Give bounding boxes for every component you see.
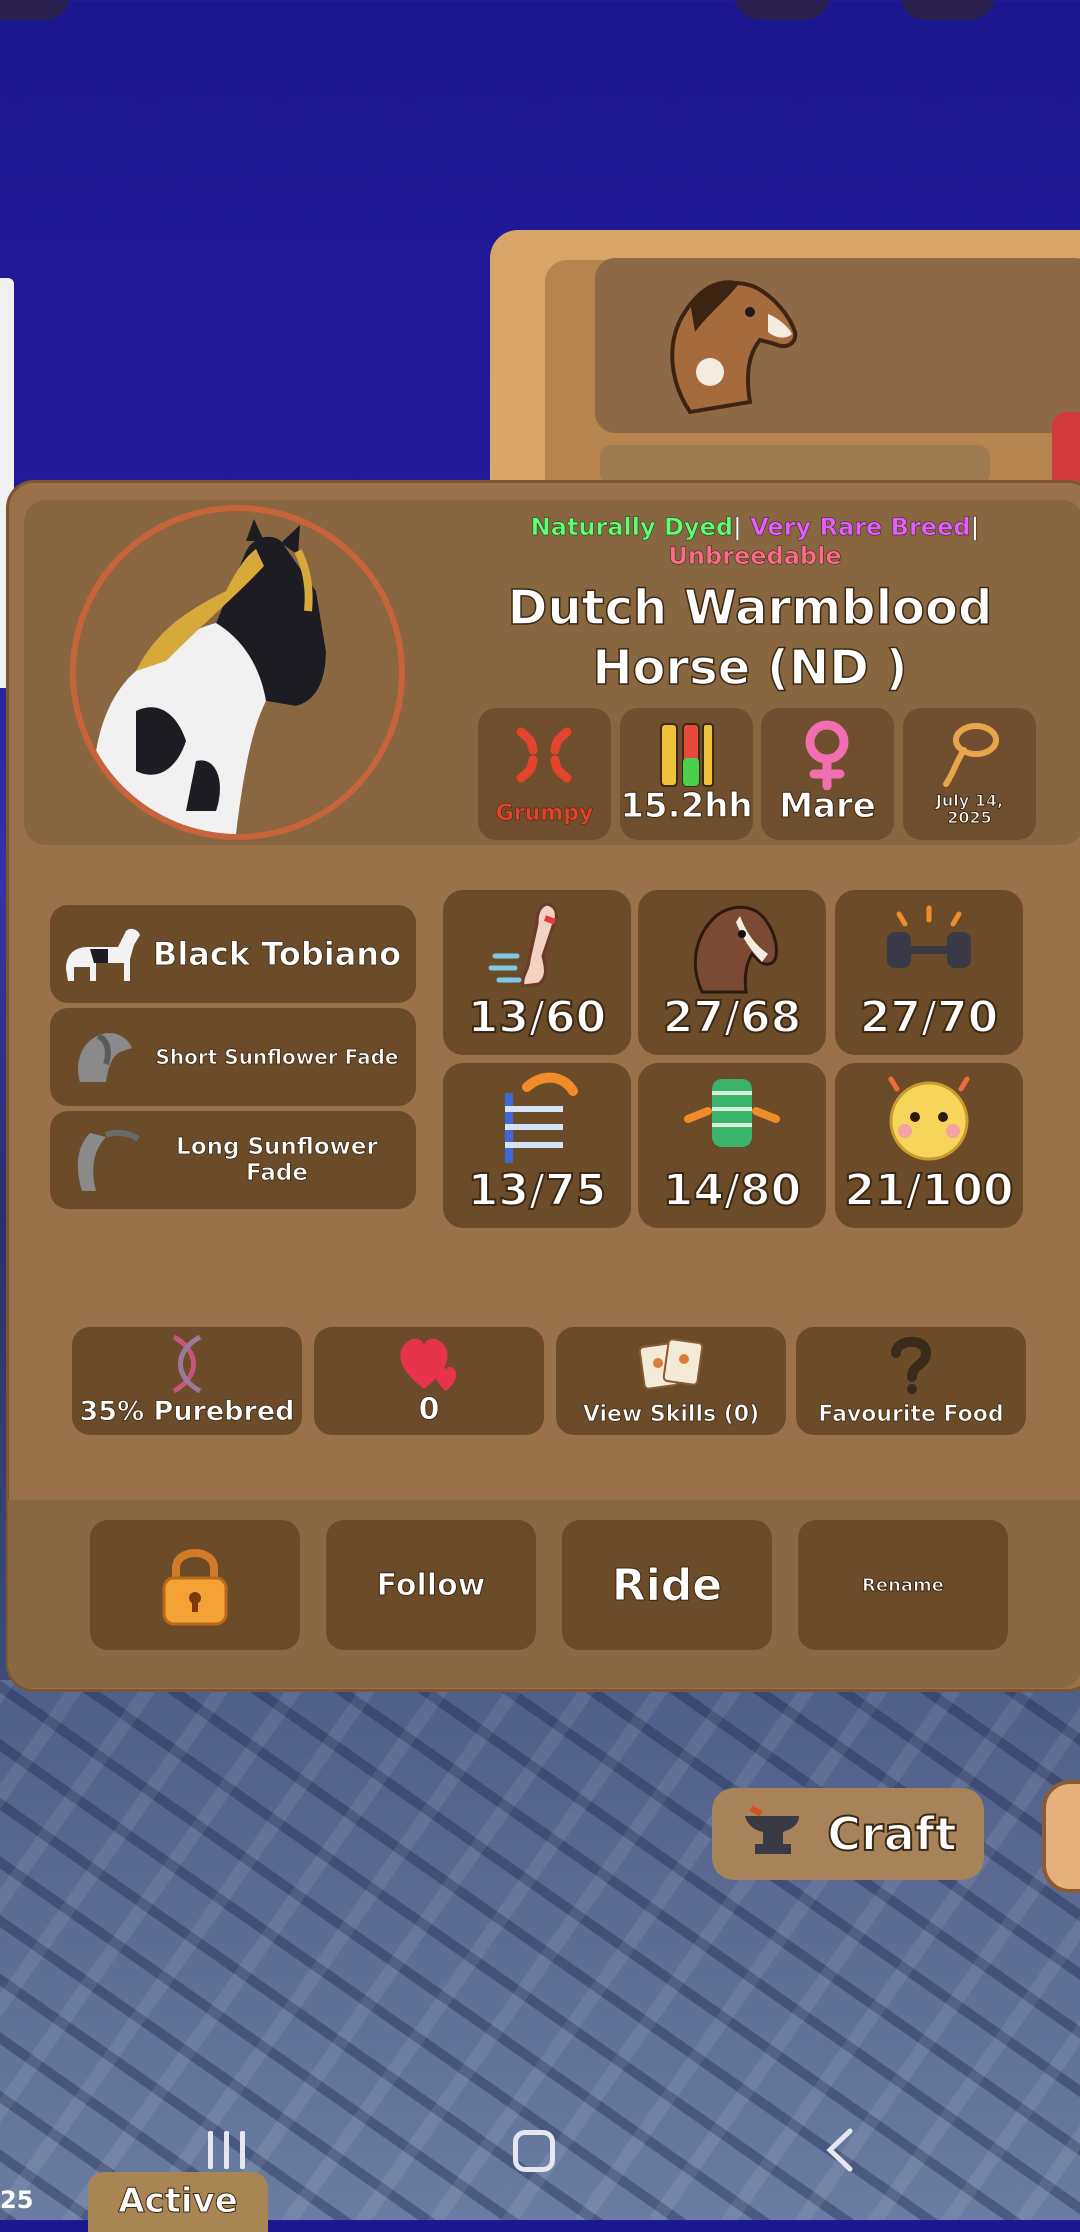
ride-button[interactable]: Ride (562, 1520, 772, 1650)
purebred-label: 35% Purebred (79, 1396, 295, 1428)
hearts-count: 0 (418, 1392, 440, 1428)
horse-silhouette-icon (66, 928, 140, 981)
endurance-drum-icon (684, 1079, 780, 1147)
heart-icon (400, 1338, 457, 1391)
skill-cards-icon (638, 1338, 704, 1390)
grumpy-anger-icon (516, 727, 572, 783)
naturally-dyed-tag: Naturally Dyed (530, 513, 734, 542)
horse-head-icon (670, 280, 798, 415)
home-icon[interactable] (513, 2130, 555, 2172)
purebred-button[interactable]: 35% Purebred (72, 1327, 302, 1435)
back-icon[interactable] (820, 2125, 860, 2175)
jump-value: 13/75 (467, 1164, 608, 1217)
mane-label: Short Sunflower Fade (155, 1045, 399, 1070)
tag-separator: | (970, 513, 980, 542)
mane-button[interactable]: Short Sunflower Fade (50, 1008, 416, 1106)
top-left-pill (0, 0, 70, 20)
coat-button[interactable]: Black Tobiano (50, 905, 416, 1003)
view-skills-label: View Skills (0) (582, 1402, 760, 1428)
height-stat[interactable]: 15.2hh (620, 708, 753, 840)
tail-label: Long Sunflower Fade (176, 1134, 378, 1187)
happiness-value: 21/100 (843, 1164, 1014, 1217)
active-status-chip[interactable]: Active (88, 2172, 268, 2232)
horse-portrait-image (92, 519, 327, 834)
mane-icon (78, 1032, 132, 1082)
lasso-icon (943, 723, 999, 787)
jump-skill[interactable]: 13/75 (443, 1063, 631, 1228)
speed-skill[interactable]: 13/60 (443, 890, 631, 1055)
tail-icon (77, 1129, 140, 1191)
coat-label: Black Tobiano (152, 935, 402, 974)
lock-icon (162, 1549, 228, 1626)
corner-number: 25 (0, 2186, 34, 2214)
happy-face-icon (888, 1076, 970, 1161)
horse-head-icon (693, 905, 778, 994)
horse-tags: Naturally Dyed| Very Rare Breed| Unbreed… (430, 513, 1080, 571)
top-right-pill-1 (735, 0, 830, 20)
gender-stat[interactable]: Mare (761, 708, 894, 840)
rename-button[interactable]: Rename (798, 1520, 1008, 1650)
lock-button[interactable] (90, 1520, 300, 1650)
speed-value: 13/60 (467, 991, 608, 1044)
rarity-tag: Very Rare Breed (750, 513, 971, 542)
question-mark-icon (891, 1336, 932, 1394)
endurance-skill[interactable]: 14/80 (638, 1063, 826, 1228)
tail-button[interactable]: Long Sunflower Fade (50, 1111, 416, 1209)
view-skills-button[interactable]: View Skills (0) (556, 1327, 786, 1435)
favourite-food-button[interactable]: Favourite Food (796, 1327, 1026, 1435)
craft-button[interactable]: Craft (712, 1788, 984, 1880)
jump-hurdle-icon (505, 1072, 578, 1163)
speed-leg-icon (488, 902, 558, 988)
follow-button[interactable]: Follow (326, 1520, 536, 1650)
anvil-icon (745, 1805, 800, 1854)
tamed-date-stat[interactable]: July 14, 2025 (903, 708, 1036, 840)
horse-name: Dutch Warmblood Horse (ND ) (507, 579, 993, 697)
tag-separator: | (733, 513, 742, 542)
tamed-date-label: July 14, 2025 (935, 791, 1004, 827)
strength-value: 27/70 (859, 991, 1000, 1044)
horse-portrait (70, 505, 405, 840)
top-right-pill-2 (900, 0, 995, 20)
favourite-food-label: Favourite Food (818, 1402, 1004, 1428)
temperament-skill[interactable]: 27/68 (638, 890, 826, 1055)
temperament-value: 27/68 (662, 991, 803, 1044)
height-ruler-icon (660, 723, 714, 787)
strength-skill[interactable]: 27/70 (835, 890, 1023, 1055)
happiness-skill[interactable]: 21/100 (835, 1063, 1023, 1228)
endurance-value: 14/80 (662, 1164, 803, 1217)
dna-icon (172, 1334, 202, 1394)
temperament-label: Grumpy (495, 801, 594, 827)
breedable-tag: Unbreedable (668, 542, 842, 571)
hearts-button[interactable]: 0 (314, 1327, 544, 1435)
dumbbell-icon (887, 905, 971, 968)
craft-label: Craft (826, 1806, 957, 1862)
height-label: 15.2hh (620, 786, 753, 827)
female-symbol-icon (805, 720, 849, 790)
recents-icon[interactable] (208, 2131, 252, 2169)
background-chip-row (600, 445, 990, 485)
bag-icon[interactable] (1042, 1780, 1080, 1893)
gender-label: Mare (779, 786, 877, 827)
temperament-stat[interactable]: Grumpy (478, 708, 611, 840)
